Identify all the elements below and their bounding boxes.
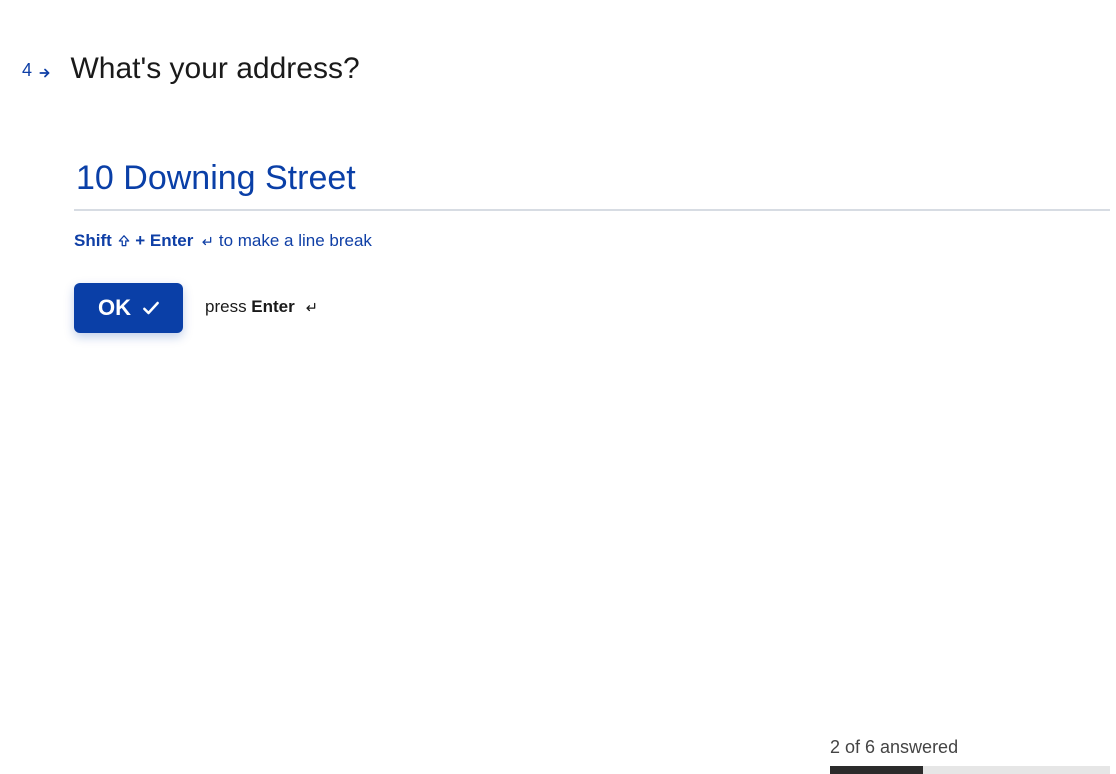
action-row: OK press Enter xyxy=(74,283,1110,333)
press-enter-word: Enter xyxy=(251,297,294,316)
linebreak-hint: Shift + Enter to make a line break xyxy=(74,231,1110,253)
enter-icon xyxy=(198,233,214,253)
check-icon xyxy=(141,298,161,318)
progress-bar xyxy=(830,766,1110,774)
question-title: What's your address? xyxy=(70,52,359,86)
answer-area: Shift + Enter to make a line break OK xyxy=(74,156,1110,333)
question-number: 4 xyxy=(22,60,52,81)
press-enter-hint: press Enter xyxy=(205,297,318,319)
shift-icon xyxy=(117,233,131,253)
question-block: 4 What's your address? Shift + Enter xyxy=(22,52,1110,333)
hint-shift: Shift xyxy=(74,231,112,250)
progress-label: 2 of 6 answered xyxy=(830,737,1110,758)
ok-button[interactable]: OK xyxy=(74,283,183,333)
progress-fill xyxy=(830,766,923,774)
hint-plus: + xyxy=(135,231,150,250)
enter-icon xyxy=(302,299,318,319)
press-text: press xyxy=(205,297,251,316)
hint-rest: to make a line break xyxy=(219,231,372,250)
hint-enter: Enter xyxy=(150,231,193,250)
arrow-right-icon xyxy=(38,64,52,78)
address-input[interactable] xyxy=(74,156,1110,211)
progress: 2 of 6 answered xyxy=(830,737,1110,774)
question-number-value: 4 xyxy=(22,60,32,81)
ok-button-label: OK xyxy=(98,295,131,321)
